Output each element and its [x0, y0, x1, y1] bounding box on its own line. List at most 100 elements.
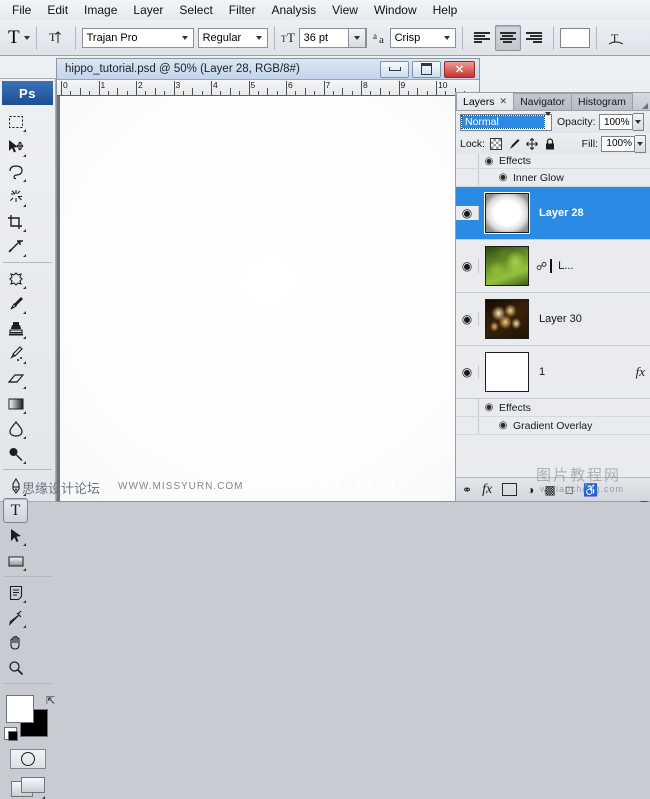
lock-position-icon[interactable] [525, 137, 539, 151]
dodge-tool[interactable] [3, 441, 28, 466]
healing-brush-tool[interactable] [3, 266, 28, 291]
layer-thumbnail[interactable] [479, 190, 533, 236]
table-row[interactable]: ◉ 1 fx [456, 346, 650, 399]
panel-menu-icon[interactable] [642, 103, 648, 109]
layer-effect-gradient-overlay[interactable]: ◉ Gradient Overlay [456, 417, 650, 435]
eraser-tool[interactable] [3, 366, 28, 391]
chevron-down-icon[interactable] [439, 29, 455, 47]
link-mask-icon[interactable]: ☍ [533, 260, 550, 273]
foreground-color-swatch[interactable] [6, 695, 34, 723]
opacity-stepper[interactable] [632, 113, 644, 131]
menu-image[interactable]: Image [76, 1, 125, 19]
menu-select[interactable]: Select [171, 1, 220, 19]
slice-tool[interactable] [3, 234, 28, 259]
font-size-select[interactable]: 36 pt [298, 27, 367, 48]
chevron-down-icon[interactable] [347, 27, 366, 48]
fill-stepper[interactable] [635, 134, 646, 153]
fill-input[interactable]: 100% [601, 135, 635, 152]
menu-file[interactable]: File [4, 1, 39, 19]
quick-mask-icon[interactable] [9, 749, 46, 769]
close-button[interactable]: ✕ [444, 60, 475, 78]
lock-transparent-pixels-icon[interactable] [489, 137, 503, 151]
notes-tool[interactable] [3, 580, 28, 605]
lock-all-icon[interactable] [543, 137, 557, 151]
menu-layer[interactable]: Layer [125, 1, 171, 19]
menu-help[interactable]: Help [425, 1, 466, 19]
default-colors-icon[interactable] [4, 727, 18, 741]
warp-text-icon[interactable]: T [603, 25, 629, 51]
eye-icon[interactable]: ◉ [493, 172, 513, 183]
document-title-bar[interactable]: hippo_tutorial.psd @ 50% (Layer 28, RGB/… [57, 59, 479, 80]
path-selection-tool[interactable] [3, 523, 28, 548]
history-brush-tool[interactable] [3, 341, 28, 366]
layer-name[interactable]: 1 [533, 366, 636, 378]
layer-style-badge[interactable]: fx [636, 364, 650, 380]
lasso-tool[interactable] [3, 159, 28, 184]
eye-icon[interactable]: ◉ [479, 156, 499, 167]
layer-name[interactable]: Layer 28 [533, 207, 650, 219]
layer-list[interactable]: ◉ Effects ◉ Inner Glow ◉ Layer 28 ◉ ☍ L.… [456, 154, 650, 477]
restore-button[interactable] [412, 60, 441, 78]
layer-effect-inner-glow[interactable]: ◉ Inner Glow [456, 169, 650, 187]
eyedropper-tool[interactable] [3, 605, 28, 630]
tab-layers[interactable]: Layers ✕ [456, 92, 515, 110]
table-row[interactable]: ◉ Layer 28 [456, 187, 650, 240]
brush-tool[interactable] [3, 291, 28, 316]
rectangular-marquee-tool[interactable] [3, 109, 28, 134]
antialias-select[interactable]: Crisp [389, 27, 456, 48]
font-style-select[interactable]: Regular [197, 27, 268, 48]
eye-icon[interactable]: ◉ [493, 420, 513, 431]
layer-thumbnail[interactable] [479, 296, 533, 342]
canvas-area[interactable] [57, 96, 479, 501]
hand-tool[interactable] [3, 630, 28, 655]
magic-wand-tool[interactable] [3, 184, 28, 209]
layer-name[interactable]: L... [552, 260, 650, 272]
screen-mode-icon[interactable] [10, 777, 45, 799]
swap-colors-icon[interactable]: ⇱ [46, 694, 55, 707]
zoom-tool[interactable] [3, 655, 28, 680]
table-row[interactable]: ◉ ☍ L... [456, 240, 650, 293]
layer-visibility-toggle[interactable]: ◉ [456, 259, 479, 273]
chevron-down-icon[interactable] [545, 112, 551, 128]
layer-thumbnail[interactable] [479, 243, 533, 289]
chevron-down-icon[interactable] [251, 29, 267, 47]
chevron-down-icon[interactable] [177, 29, 193, 47]
align-center-button[interactable] [494, 24, 521, 51]
menu-window[interactable]: Window [366, 1, 425, 19]
table-row[interactable]: ◉ Layer 30 [456, 293, 650, 346]
lock-image-pixels-icon[interactable] [507, 137, 521, 151]
text-color-swatch[interactable] [559, 27, 590, 48]
rectangle-shape-tool[interactable] [3, 548, 28, 573]
add-layer-mask-icon[interactable] [502, 483, 518, 496]
menu-filter[interactable]: Filter [221, 1, 264, 19]
layer-thumbnail[interactable] [479, 349, 533, 395]
text-orientation-icon[interactable]: T [43, 25, 69, 51]
clone-stamp-tool[interactable] [3, 316, 28, 341]
font-family-select[interactable]: Trajan Pro [81, 27, 194, 48]
move-tool[interactable] [3, 134, 28, 159]
tool-preset-picker[interactable]: T [4, 28, 30, 47]
layer-name[interactable]: Layer 30 [533, 313, 650, 325]
gradient-tool[interactable] [3, 391, 28, 416]
menu-analysis[interactable]: Analysis [263, 1, 324, 19]
tab-navigator[interactable]: Navigator [513, 93, 573, 110]
menu-view[interactable]: View [324, 1, 366, 19]
layer-effects-group[interactable]: ◉ Effects [456, 154, 650, 169]
new-adjustment-layer-icon[interactable]: ◑ [527, 483, 534, 497]
minimize-button[interactable] [380, 60, 409, 78]
layer-visibility-toggle[interactable]: ◉ [456, 206, 479, 220]
layer-effects-group[interactable]: ◉ Effects [456, 399, 650, 417]
crop-tool[interactable] [3, 209, 28, 234]
blend-mode-select[interactable]: Normal [460, 112, 552, 131]
tab-histogram[interactable]: Histogram [571, 93, 633, 110]
align-left-button[interactable] [469, 25, 495, 51]
close-icon[interactable]: ✕ [500, 96, 508, 107]
eye-icon[interactable]: ◉ [479, 402, 499, 413]
opacity-input[interactable]: 100% [598, 114, 633, 130]
menu-edit[interactable]: Edit [39, 1, 76, 19]
blur-tool[interactable] [3, 416, 28, 441]
layer-visibility-toggle[interactable]: ◉ [456, 312, 479, 326]
link-layers-icon[interactable]: ⚭ [462, 483, 472, 497]
layer-visibility-toggle[interactable]: ◉ [456, 365, 479, 379]
canvas[interactable] [60, 96, 479, 501]
